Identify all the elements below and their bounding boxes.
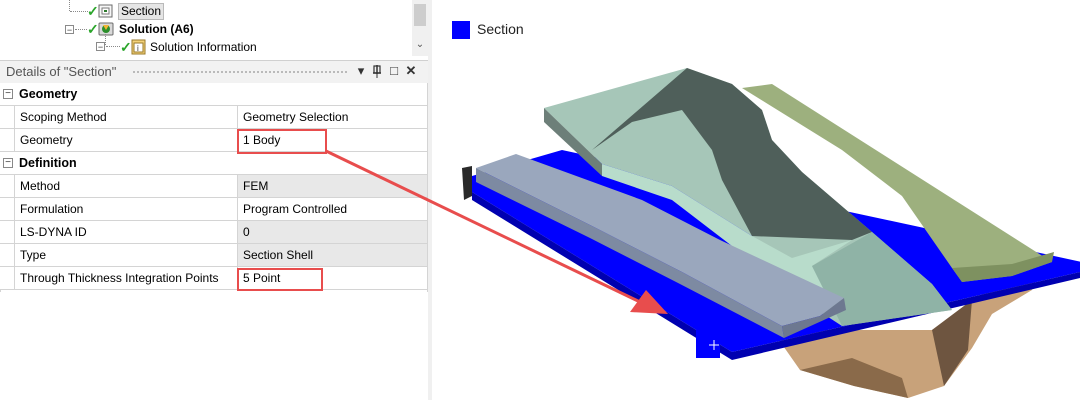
blank-shell-end (462, 166, 472, 200)
close-icon[interactable]: ✕ (404, 63, 418, 79)
model-view (462, 68, 1080, 398)
details-title: Details of "Section" (6, 64, 117, 79)
property-row[interactable]: Method FEM (0, 175, 428, 198)
row-gutter (0, 244, 14, 266)
details-panel-header: Details of "Section" ▾ □ ✕ (0, 60, 428, 84)
row-gutter (0, 267, 14, 289)
tree-line (106, 46, 120, 47)
tree-line (75, 29, 87, 30)
collapse-icon[interactable]: − (3, 89, 13, 99)
tree-line (69, 0, 70, 11)
property-row[interactable]: Type Section Shell (0, 244, 428, 267)
tree-label: Section (118, 3, 165, 20)
property-value: 0 (238, 221, 428, 243)
category-label: Geometry (19, 87, 78, 101)
highlight-integration-points (237, 268, 323, 291)
property-row[interactable]: Formulation Program Controlled (0, 198, 428, 221)
row-gutter (0, 221, 14, 243)
row-gutter (0, 106, 14, 128)
property-name: Through Thickness Integration Points (14, 267, 238, 289)
property-value: Section Shell (238, 244, 428, 266)
property-name: Geometry (14, 129, 238, 151)
property-name: Type (14, 244, 238, 266)
tree-line (105, 34, 106, 45)
scroll-thumb[interactable] (414, 4, 426, 26)
property-row[interactable]: Scoping Method Geometry Selection (0, 106, 428, 129)
property-row[interactable]: LS-DYNA ID 0 (0, 221, 428, 244)
property-row[interactable]: Through Thickness Integration Points 5 P… (0, 267, 428, 290)
property-name: Formulation (14, 198, 238, 220)
category-geometry[interactable]: − Geometry (0, 83, 428, 106)
check-icon: ✓ (87, 21, 99, 37)
graphics-viewport[interactable]: Section (432, 0, 1080, 400)
scroll-down-arrow-icon[interactable]: ⌄ (414, 38, 426, 52)
check-icon: ✓ (120, 39, 132, 55)
row-gutter (0, 198, 14, 220)
left-panel: ✓ Section − ✓ Solution (A6) − ✓ i Soluti… (0, 0, 430, 400)
check-icon: ✓ (87, 3, 99, 19)
property-row[interactable]: Geometry 1 Body (0, 129, 428, 152)
drag-grip[interactable] (132, 70, 347, 75)
property-name: Method (14, 175, 238, 197)
tree-label: Solution (A6) (119, 22, 194, 36)
category-label: Definition (19, 156, 77, 170)
row-gutter (0, 175, 14, 197)
collapse-icon[interactable]: − (3, 158, 13, 168)
tree-line (70, 11, 88, 12)
category-definition[interactable]: − Definition (0, 152, 428, 175)
solution-information-icon: i (131, 39, 147, 60)
maximize-icon[interactable]: □ (387, 63, 401, 78)
pin-icon[interactable] (370, 63, 384, 81)
highlight-geometry-value (237, 129, 327, 154)
solution-icon (98, 21, 114, 42)
svg-text:i: i (137, 44, 139, 53)
origin-marker (696, 330, 720, 358)
collapse-icon[interactable]: − (96, 42, 105, 52)
property-value: FEM (238, 175, 428, 197)
property-name: Scoping Method (14, 106, 238, 128)
property-name: LS-DYNA ID (14, 221, 238, 243)
tree-label: Solution Information (150, 40, 257, 54)
dropdown-icon[interactable]: ▾ (354, 63, 368, 79)
row-gutter (0, 129, 14, 151)
property-value[interactable]: Program Controlled (238, 198, 428, 220)
tree-scrollbar[interactable]: ⌄ (412, 0, 428, 56)
property-value[interactable]: Geometry Selection (238, 106, 428, 128)
collapse-icon[interactable]: − (65, 25, 74, 35)
outline-tree: ✓ Section − ✓ Solution (A6) − ✓ i Soluti… (0, 0, 430, 60)
